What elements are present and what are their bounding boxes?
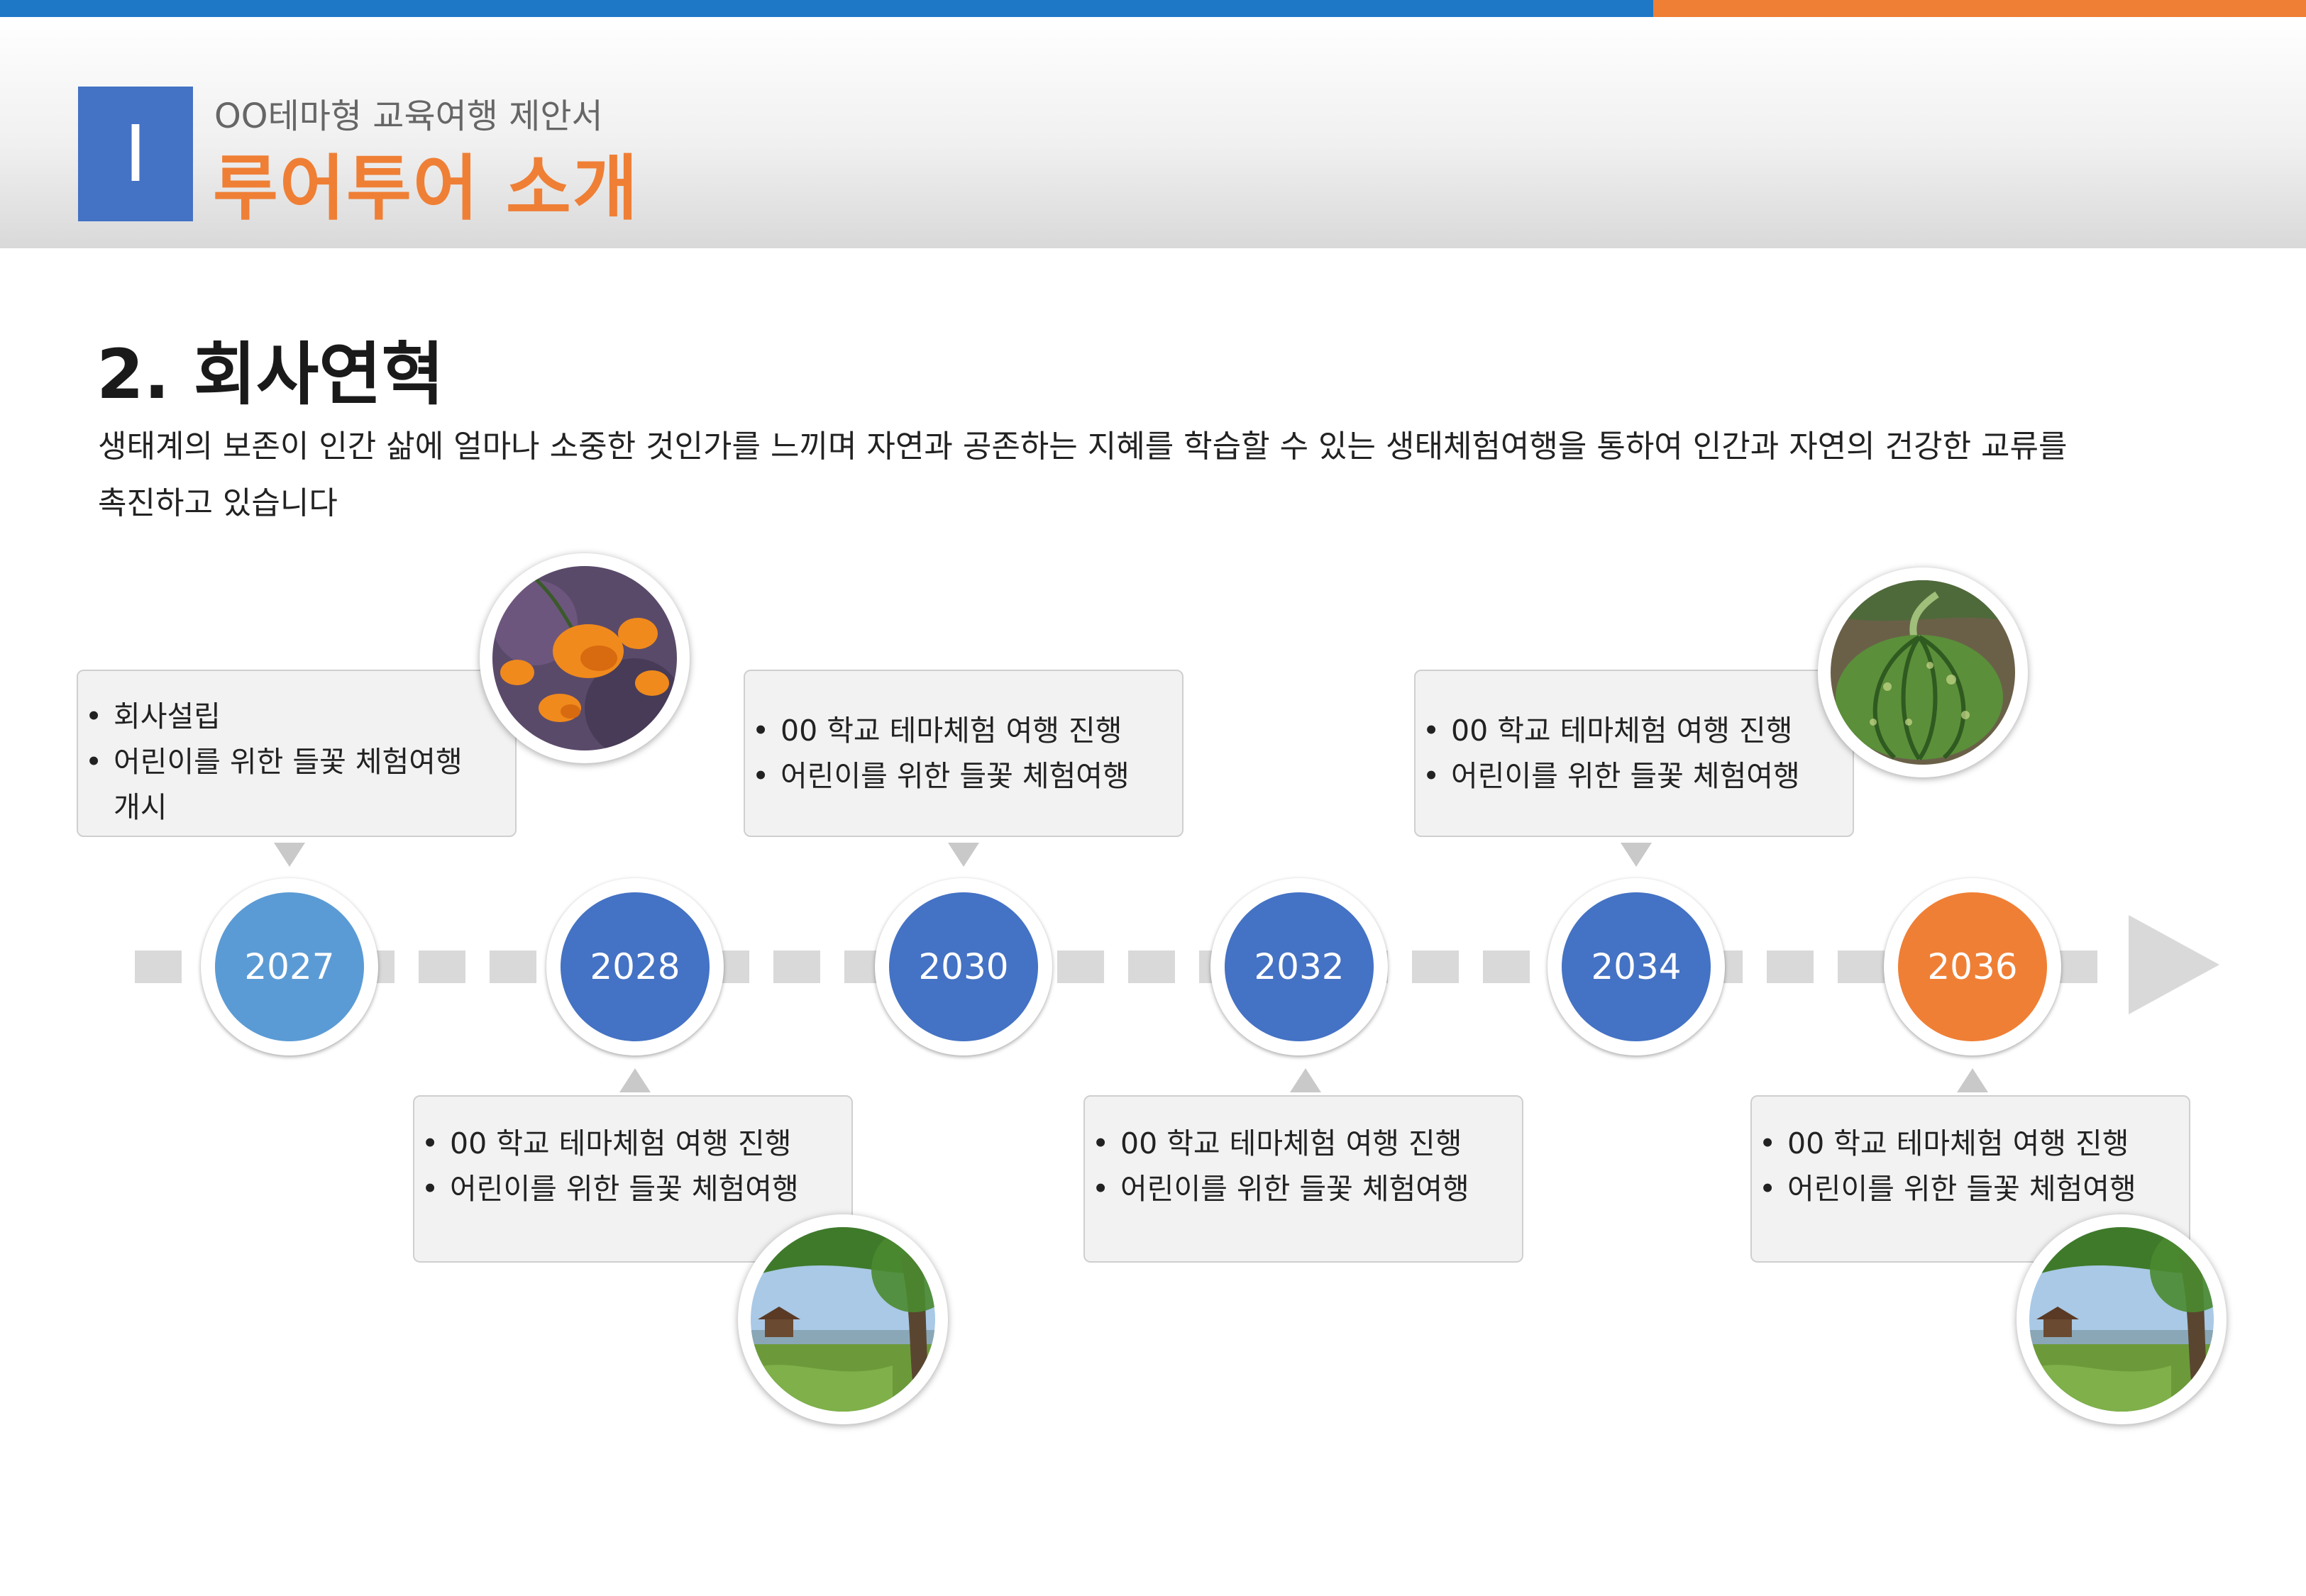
pointer-up-icon	[1957, 1068, 1988, 1092]
card-item-continued: 개시	[78, 785, 515, 830]
year-marker-2027: 2027	[201, 878, 378, 1055]
intro-line-1: 생태계의 보존이 인간 삶에 얼마나 소중한 것인가를 느끼며 자연과 공존하는…	[98, 428, 2068, 465]
chapter-number-box: I	[78, 87, 193, 221]
timeline-track	[135, 951, 2122, 983]
year-label: 2027	[215, 892, 364, 1041]
pumpkin-photo	[1818, 567, 2028, 777]
header-banner: I OO테마형 교육여행 제안서 루어투어 소개	[0, 17, 2306, 248]
history-card-2032: 00 학교 테마체험 여행 진행 어린이를 위한 들꽃 체험여행	[1083, 1095, 1523, 1263]
year-label: 2032	[1225, 892, 1374, 1041]
card-item: 회사설립	[78, 694, 515, 739]
year-marker-2032: 2032	[1210, 878, 1388, 1055]
top-accent-bar-blue	[0, 0, 1653, 17]
pointer-down-icon	[1621, 843, 1652, 867]
card-item-text: 개시	[114, 790, 167, 824]
card-item: 00 학교 테마체험 여행 진행	[414, 1121, 851, 1166]
header-title: 루어투어 소개	[213, 147, 639, 230]
card-item: 어린이를 위한 들꽃 체험여행	[1416, 753, 1853, 799]
card-item: 어린이를 위한 들꽃 체험여행	[78, 739, 515, 785]
card-item: 어린이를 위한 들꽃 체험여행	[1085, 1166, 1522, 1212]
year-marker-2030: 2030	[875, 878, 1052, 1055]
year-marker-2028: 2028	[546, 878, 724, 1055]
history-card-2030: 00 학교 테마체험 여행 진행 어린이를 위한 들꽃 체험여행	[744, 670, 1184, 837]
section-title: 2. 회사연혁	[96, 335, 444, 414]
card-item: 00 학교 테마체험 여행 진행	[1085, 1121, 1522, 1166]
intro-line-2: 촉진하고 있습니다	[98, 485, 338, 521]
card-item: 00 학교 테마체험 여행 진행	[1752, 1121, 2189, 1166]
landscape-tree-photo	[2017, 1214, 2227, 1424]
pointer-up-icon	[619, 1068, 651, 1092]
card-item: 어린이를 위한 들꽃 체험여행	[745, 753, 1182, 799]
year-marker-2036: 2036	[1884, 878, 2061, 1055]
card-item: 00 학교 테마체험 여행 진행	[745, 708, 1182, 753]
pointer-down-icon	[274, 843, 305, 867]
year-label: 2028	[561, 892, 710, 1041]
year-label: 2030	[889, 892, 1038, 1041]
pointer-down-icon	[948, 843, 979, 867]
card-item: 00 학교 테마체험 여행 진행	[1416, 708, 1853, 753]
landscape-tree-photo	[738, 1214, 948, 1424]
history-card-2034: 00 학교 테마체험 여행 진행 어린이를 위한 들꽃 체험여행	[1414, 670, 1854, 837]
orange-flower-photo	[480, 553, 690, 763]
year-marker-2034: 2034	[1548, 878, 1725, 1055]
pointer-up-icon	[1290, 1068, 1321, 1092]
top-accent-bar-orange	[1653, 0, 2306, 17]
year-label: 2036	[1898, 892, 2047, 1041]
section-intro: 생태계의 보존이 인간 삶에 얼마나 소중한 것인가를 느끼며 자연과 공존하는…	[98, 419, 2227, 532]
card-item: 어린이를 위한 들꽃 체험여행	[1752, 1166, 2189, 1212]
timeline-arrow-icon	[2129, 915, 2219, 1014]
history-card-2027: 회사설립 어린이를 위한 들꽃 체험여행 개시	[77, 670, 517, 837]
card-item: 어린이를 위한 들꽃 체험여행	[414, 1166, 851, 1212]
year-label: 2034	[1562, 892, 1711, 1041]
